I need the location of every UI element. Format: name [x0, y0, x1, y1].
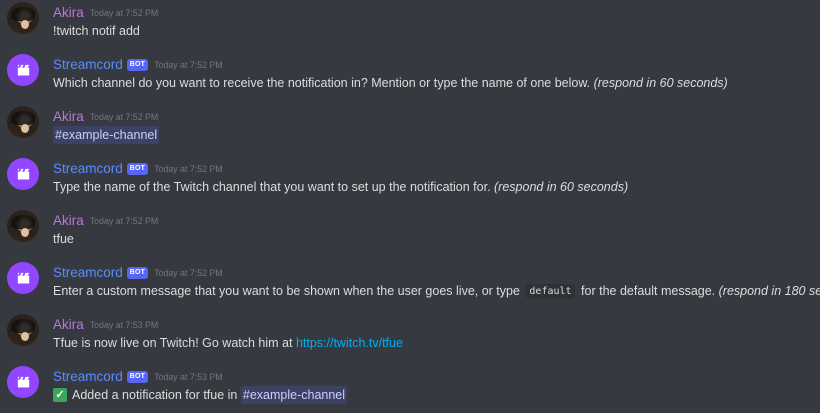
clapperboard-icon	[17, 272, 29, 283]
message-timestamp: Today at 7:53 PM	[154, 372, 223, 382]
message-timestamp: Today at 7:52 PM	[89, 112, 159, 122]
message-content: ✓ Added a notification for tfue in #examp…	[53, 386, 818, 404]
message-text: tfue	[53, 232, 74, 246]
message-content: Which channel do you want to receive the…	[53, 74, 818, 92]
message-timestamp: Today at 7:52 PM	[154, 268, 223, 278]
response-timeout-note: (respond in 60 seconds)	[593, 76, 728, 90]
check-icon: ✓	[53, 388, 67, 402]
akira-avatar[interactable]	[7, 106, 39, 138]
username[interactable]: Streamcord	[53, 369, 123, 385]
message-text: Enter a custom message that you want to …	[53, 284, 524, 298]
message-header: Akira Today at 7:52 PM	[53, 5, 158, 21]
username[interactable]: Akira	[53, 5, 84, 21]
message-content: tfue	[53, 230, 818, 248]
twitch-link[interactable]: https://twitch.tv/tfue	[296, 336, 403, 350]
username[interactable]: Streamcord	[53, 161, 123, 177]
message-timestamp: Today at 7:52 PM	[154, 60, 223, 70]
username[interactable]: Akira	[53, 109, 84, 125]
username[interactable]: Akira	[53, 317, 84, 333]
chat-message: Akira Today at 7:53 PM Tfue is now live on…	[0, 312, 820, 362]
channel-mention[interactable]: #example-channel	[53, 126, 160, 144]
message-timestamp: Today at 7:52 PM	[154, 164, 223, 174]
message-content: Tfue is now live on Twitch! Go watch him…	[53, 334, 818, 352]
chat-log: Akira Today at 7:52 PM !twitch notif add St…	[0, 0, 820, 413]
message-content: Enter a custom message that you want to …	[53, 282, 820, 300]
message-timestamp: Today at 7:53 PM	[89, 320, 159, 330]
akira-avatar[interactable]	[7, 2, 39, 34]
message-content: !twitch notif add	[53, 22, 818, 40]
message-header: Streamcord BOT Today at 7:52 PM	[53, 265, 223, 281]
message-text: for the default message.	[577, 284, 719, 298]
message-text: Added a notification for tfue in	[72, 388, 241, 402]
bot-badge: BOT	[126, 371, 149, 383]
chat-message: Streamcord BOT Today at 7:52 PM Type the na…	[0, 156, 820, 206]
inline-code: default	[526, 284, 575, 299]
streamcord-avatar[interactable]	[7, 262, 39, 294]
message-timestamp: Today at 7:52 PM	[89, 8, 159, 18]
akira-avatar[interactable]	[7, 314, 39, 346]
streamcord-avatar[interactable]	[7, 158, 39, 190]
clapperboard-icon	[17, 168, 29, 179]
streamcord-avatar[interactable]	[7, 54, 39, 86]
response-timeout-note: (respond in 60 seconds)	[494, 180, 629, 194]
channel-mention[interactable]: #example-channel	[240, 386, 348, 404]
message-header: Streamcord BOT Today at 7:52 PM	[53, 57, 223, 73]
message-text: Type the name of the Twitch channel that…	[53, 180, 495, 194]
bot-badge: BOT	[126, 163, 149, 175]
message-content: #example-channel	[53, 126, 818, 144]
chat-message: Akira Today at 7:52 PM tfue	[0, 208, 820, 258]
message-header: Akira Today at 7:52 PM	[53, 109, 158, 125]
message-header: Akira Today at 7:52 PM	[53, 213, 158, 229]
chat-message: Akira Today at 7:52 PM #example-channel	[0, 104, 820, 154]
clapperboard-icon	[17, 64, 29, 75]
message-header: Streamcord BOT Today at 7:52 PM	[53, 161, 223, 177]
username[interactable]: Streamcord	[53, 57, 123, 73]
message-content: Type the name of the Twitch channel that…	[53, 178, 818, 196]
clapperboard-icon	[17, 376, 29, 387]
username[interactable]: Streamcord	[53, 265, 123, 281]
response-timeout-note: (respond in 180 seconds)	[718, 284, 820, 298]
chat-message: Streamcord BOT Today at 7:53 PM ✓ Added a no…	[0, 364, 820, 413]
message-text: Which channel do you want to receive the…	[53, 76, 594, 90]
akira-avatar[interactable]	[7, 210, 39, 242]
username[interactable]: Akira	[53, 213, 84, 229]
streamcord-avatar[interactable]	[7, 366, 39, 398]
chat-message: Streamcord BOT Today at 7:52 PM Enter a cus…	[0, 260, 820, 310]
message-header: Streamcord BOT Today at 7:53 PM	[53, 369, 223, 385]
message-timestamp: Today at 7:52 PM	[89, 216, 159, 226]
bot-badge: BOT	[126, 59, 149, 71]
message-text: Tfue is now live on Twitch! Go watch him…	[53, 336, 296, 350]
message-header: Akira Today at 7:53 PM	[53, 317, 158, 333]
chat-message: Streamcord BOT Today at 7:52 PM Which chann…	[0, 52, 820, 102]
message-text: !twitch notif add	[53, 24, 140, 38]
chat-message: Akira Today at 7:52 PM !twitch notif add	[0, 0, 820, 50]
bot-badge: BOT	[126, 267, 149, 279]
